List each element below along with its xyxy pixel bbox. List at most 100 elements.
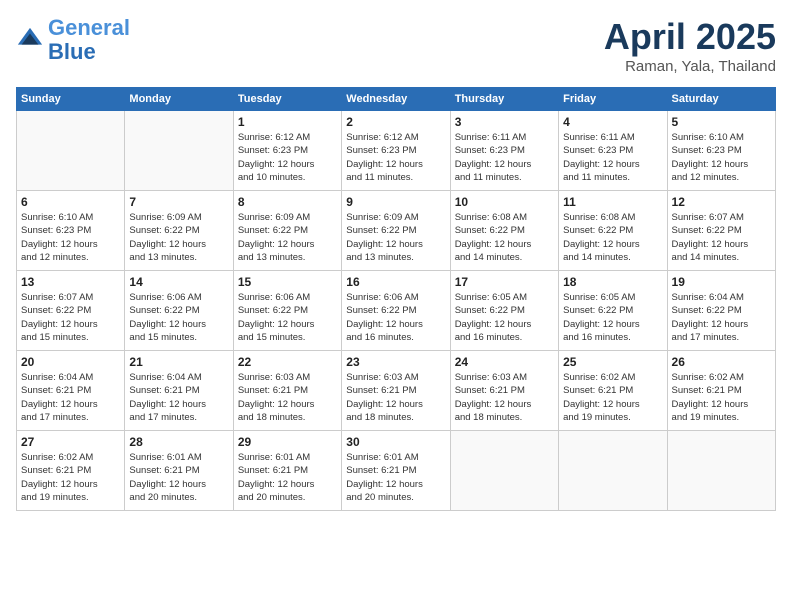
day-info: Sunrise: 6:07 AM Sunset: 6:22 PM Dayligh…: [21, 291, 120, 344]
day-info: Sunrise: 6:05 AM Sunset: 6:22 PM Dayligh…: [455, 291, 554, 344]
calendar-week-row: 6 Sunrise: 6:10 AM Sunset: 6:23 PM Daylig…: [17, 191, 776, 271]
day-info: Sunrise: 6:09 AM Sunset: 6:22 PM Dayligh…: [238, 211, 337, 264]
day-info: Sunrise: 6:12 AM Sunset: 6:23 PM Dayligh…: [346, 131, 445, 184]
calendar-cell: 24Sunrise: 6:03 AM Sunset: 6:21 PM Dayli…: [450, 351, 558, 431]
day-info: Sunrise: 6:05 AM Sunset: 6:22 PM Dayligh…: [563, 291, 662, 344]
weekday-header: Sunday: [17, 88, 125, 111]
calendar-cell: 4 Sunrise: 6:11 AM Sunset: 6:23 PM Daylig…: [559, 111, 667, 191]
calendar-cell: 19 Sunrise: 6:04 AM Sunset: 6:22 PM Dayli…: [667, 271, 775, 351]
day-info: Sunrise: 6:02 AM Sunset: 6:21 PM Dayligh…: [563, 371, 662, 424]
day-number: 18: [563, 275, 662, 289]
calendar-cell: 30 Sunrise: 6:01 AM Sunset: 6:21 PM Dayli…: [342, 431, 450, 511]
logo: General Blue: [16, 16, 130, 64]
day-number: 7: [129, 195, 228, 209]
weekday-header: Friday: [559, 88, 667, 111]
day-number: 21: [129, 355, 228, 369]
day-info: Sunrise: 6:04 AM Sunset: 6:21 PM Dayligh…: [129, 371, 228, 424]
calendar-cell: 21 Sunrise: 6:04 AM Sunset: 6:21 PM Dayli…: [125, 351, 233, 431]
day-info: Sunrise: 6:04 AM Sunset: 6:21 PM Dayligh…: [21, 371, 120, 424]
day-number: 19: [672, 275, 771, 289]
day-info: Sunrise: 6:09 AM Sunset: 6:22 PM Dayligh…: [129, 211, 228, 264]
calendar-cell: 18 Sunrise: 6:05 AM Sunset: 6:22 PM Dayli…: [559, 271, 667, 351]
day-number: 9: [346, 195, 445, 209]
calendar-cell: 11Sunrise: 6:08 AM Sunset: 6:22 PM Dayli…: [559, 191, 667, 271]
day-number: 4: [563, 115, 662, 129]
calendar-header-row: SundayMondayTuesdayWednesdayThursdayFrid…: [17, 88, 776, 111]
logo-text: General Blue: [48, 16, 130, 64]
calendar-cell: [667, 431, 775, 511]
day-number: 3: [455, 115, 554, 129]
day-number: 25: [563, 355, 662, 369]
day-info: Sunrise: 6:09 AM Sunset: 6:22 PM Dayligh…: [346, 211, 445, 264]
calendar-cell: [450, 431, 558, 511]
day-info: Sunrise: 6:02 AM Sunset: 6:21 PM Dayligh…: [672, 371, 771, 424]
title-block: April 2025 Raman, Yala, Thailand: [604, 16, 776, 75]
day-number: 27: [21, 435, 120, 449]
calendar-week-row: 27 Sunrise: 6:02 AM Sunset: 6:21 PM Dayli…: [17, 431, 776, 511]
page-header: General Blue April 2025 Raman, Yala, Tha…: [16, 16, 776, 75]
day-number: 17: [455, 275, 554, 289]
month-title: April 2025: [604, 16, 776, 58]
day-number: 24: [455, 355, 554, 369]
calendar-cell: 29Sunrise: 6:01 AM Sunset: 6:21 PM Dayli…: [233, 431, 341, 511]
day-number: 13: [21, 275, 120, 289]
calendar-cell: 27 Sunrise: 6:02 AM Sunset: 6:21 PM Dayli…: [17, 431, 125, 511]
weekday-header: Wednesday: [342, 88, 450, 111]
calendar-cell: 15 Sunrise: 6:06 AM Sunset: 6:22 PM Dayli…: [233, 271, 341, 351]
calendar-cell: 14 Sunrise: 6:06 AM Sunset: 6:22 PM Dayli…: [125, 271, 233, 351]
day-number: 5: [672, 115, 771, 129]
day-info: Sunrise: 6:12 AM Sunset: 6:23 PM Dayligh…: [238, 131, 337, 184]
day-number: 28: [129, 435, 228, 449]
weekday-header: Saturday: [667, 88, 775, 111]
day-info: Sunrise: 6:11 AM Sunset: 6:23 PM Dayligh…: [455, 131, 554, 184]
calendar-cell: [17, 111, 125, 191]
day-number: 12: [672, 195, 771, 209]
day-info: Sunrise: 6:08 AM Sunset: 6:22 PM Dayligh…: [455, 211, 554, 264]
day-number: 6: [21, 195, 120, 209]
calendar-cell: 22 Sunrise: 6:03 AM Sunset: 6:21 PM Dayli…: [233, 351, 341, 431]
logo-icon: [16, 26, 44, 54]
day-number: 11: [563, 195, 662, 209]
weekday-header: Tuesday: [233, 88, 341, 111]
day-number: 16: [346, 275, 445, 289]
calendar-week-row: 1 Sunrise: 6:12 AM Sunset: 6:23 PM Daylig…: [17, 111, 776, 191]
day-info: Sunrise: 6:06 AM Sunset: 6:22 PM Dayligh…: [346, 291, 445, 344]
day-info: Sunrise: 6:03 AM Sunset: 6:21 PM Dayligh…: [238, 371, 337, 424]
calendar-cell: 3 Sunrise: 6:11 AM Sunset: 6:23 PM Daylig…: [450, 111, 558, 191]
day-info: Sunrise: 6:01 AM Sunset: 6:21 PM Dayligh…: [238, 451, 337, 504]
calendar-week-row: 13 Sunrise: 6:07 AM Sunset: 6:22 PM Dayli…: [17, 271, 776, 351]
calendar-table: SundayMondayTuesdayWednesdayThursdayFrid…: [16, 87, 776, 511]
day-number: 26: [672, 355, 771, 369]
weekday-header: Thursday: [450, 88, 558, 111]
day-info: Sunrise: 6:06 AM Sunset: 6:22 PM Dayligh…: [238, 291, 337, 344]
calendar-cell: 12Sunrise: 6:07 AM Sunset: 6:22 PM Dayli…: [667, 191, 775, 271]
calendar-cell: 25 Sunrise: 6:02 AM Sunset: 6:21 PM Dayli…: [559, 351, 667, 431]
day-info: Sunrise: 6:01 AM Sunset: 6:21 PM Dayligh…: [129, 451, 228, 504]
day-number: 10: [455, 195, 554, 209]
day-number: 15: [238, 275, 337, 289]
day-info: Sunrise: 6:11 AM Sunset: 6:23 PM Dayligh…: [563, 131, 662, 184]
day-info: Sunrise: 6:01 AM Sunset: 6:21 PM Dayligh…: [346, 451, 445, 504]
calendar-cell: 28 Sunrise: 6:01 AM Sunset: 6:21 PM Dayli…: [125, 431, 233, 511]
calendar-cell: 6 Sunrise: 6:10 AM Sunset: 6:23 PM Daylig…: [17, 191, 125, 271]
calendar-cell: 13 Sunrise: 6:07 AM Sunset: 6:22 PM Dayli…: [17, 271, 125, 351]
calendar-cell: 23Sunrise: 6:03 AM Sunset: 6:21 PM Dayli…: [342, 351, 450, 431]
calendar-cell: 7 Sunrise: 6:09 AM Sunset: 6:22 PM Daylig…: [125, 191, 233, 271]
calendar-cell: 16 Sunrise: 6:06 AM Sunset: 6:22 PM Dayli…: [342, 271, 450, 351]
day-number: 20: [21, 355, 120, 369]
calendar-cell: 2Sunrise: 6:12 AM Sunset: 6:23 PM Daylig…: [342, 111, 450, 191]
day-info: Sunrise: 6:03 AM Sunset: 6:21 PM Dayligh…: [346, 371, 445, 424]
day-number: 22: [238, 355, 337, 369]
day-info: Sunrise: 6:02 AM Sunset: 6:21 PM Dayligh…: [21, 451, 120, 504]
day-number: 30: [346, 435, 445, 449]
day-info: Sunrise: 6:10 AM Sunset: 6:23 PM Dayligh…: [21, 211, 120, 264]
location-subtitle: Raman, Yala, Thailand: [604, 58, 776, 75]
day-number: 14: [129, 275, 228, 289]
calendar-cell: 26 Sunrise: 6:02 AM Sunset: 6:21 PM Dayli…: [667, 351, 775, 431]
calendar-cell: 20 Sunrise: 6:04 AM Sunset: 6:21 PM Dayli…: [17, 351, 125, 431]
calendar-cell: 9 Sunrise: 6:09 AM Sunset: 6:22 PM Daylig…: [342, 191, 450, 271]
day-number: 1: [238, 115, 337, 129]
day-info: Sunrise: 6:06 AM Sunset: 6:22 PM Dayligh…: [129, 291, 228, 344]
day-info: Sunrise: 6:04 AM Sunset: 6:22 PM Dayligh…: [672, 291, 771, 344]
calendar-cell: 17 Sunrise: 6:05 AM Sunset: 6:22 PM Dayli…: [450, 271, 558, 351]
